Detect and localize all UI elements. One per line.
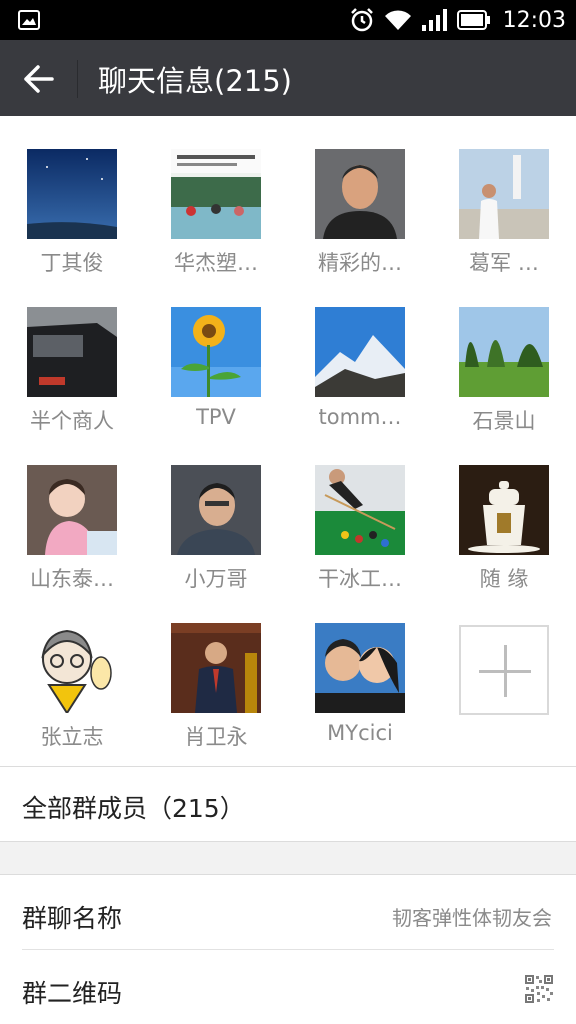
member-name: 小万哥 bbox=[184, 567, 248, 591]
member-avatar bbox=[171, 307, 261, 397]
all-members-row[interactable]: 全部群成员（215） bbox=[0, 767, 576, 841]
member-avatar bbox=[315, 307, 405, 397]
add-member-button[interactable] bbox=[459, 625, 549, 715]
member-avatar bbox=[171, 465, 261, 555]
title-bar: 聊天信息(215) bbox=[0, 40, 576, 116]
member-item[interactable]: 石景山 bbox=[432, 274, 576, 434]
member-name: TPV bbox=[196, 405, 236, 429]
group-name-label: 群聊名称 bbox=[22, 904, 123, 933]
member-avatar bbox=[459, 465, 549, 555]
member-avatar bbox=[459, 307, 549, 397]
qr-code-icon bbox=[524, 974, 554, 1004]
member-item[interactable]: 葛军 … bbox=[432, 116, 576, 276]
all-members-label: 全部群成员（215） bbox=[22, 794, 245, 823]
member-name: 精彩的… bbox=[318, 251, 402, 275]
member-avatar bbox=[27, 623, 117, 713]
member-name: tomm… bbox=[318, 405, 402, 429]
back-arrow-icon[interactable] bbox=[22, 62, 56, 96]
member-name: 张立志 bbox=[40, 725, 104, 749]
alarm-icon bbox=[350, 8, 373, 32]
member-item[interactable]: 华杰塑… bbox=[144, 116, 288, 276]
member-item[interactable]: 半个商人 bbox=[0, 274, 144, 434]
battery-icon bbox=[456, 10, 490, 30]
member-name: 干冰工… bbox=[318, 567, 402, 591]
member-name: 石景山 bbox=[472, 409, 536, 433]
member-avatar bbox=[315, 623, 405, 713]
member-name: 丁其俊 bbox=[40, 251, 104, 275]
member-avatar bbox=[27, 149, 117, 239]
member-item[interactable]: TPV bbox=[144, 274, 288, 434]
group-name-value: 韧客弹性体韧友会 bbox=[392, 906, 552, 930]
member-avatar bbox=[315, 465, 405, 555]
member-item[interactable]: 山东泰… bbox=[0, 432, 144, 592]
status-bar: 12:03 bbox=[0, 0, 576, 40]
member-name: MYcici bbox=[327, 721, 393, 745]
member-name: 华杰塑… bbox=[174, 251, 258, 275]
member-item[interactable]: 张立志 bbox=[0, 590, 144, 750]
signal-icon bbox=[421, 9, 447, 31]
member-item[interactable]: 小万哥 bbox=[144, 432, 288, 592]
member-item[interactable]: 丁其俊 bbox=[0, 116, 144, 276]
member-name: 葛军 … bbox=[469, 251, 539, 275]
member-avatar bbox=[27, 307, 117, 397]
divider bbox=[0, 841, 576, 842]
member-item[interactable]: 随 缘 bbox=[432, 432, 576, 592]
member-name: 山东泰… bbox=[30, 567, 114, 591]
qr-code-row[interactable]: 群二维码 bbox=[0, 950, 576, 1024]
settings-section: 群聊名称 韧客弹性体韧友会 群二维码 bbox=[0, 875, 576, 1024]
member-item[interactable]: 干冰工… bbox=[288, 432, 432, 592]
member-item[interactable]: tomm… bbox=[288, 274, 432, 434]
qr-code-label: 群二维码 bbox=[22, 979, 123, 1008]
title-divider bbox=[77, 60, 78, 98]
member-name: 随 缘 bbox=[479, 567, 529, 591]
member-avatar bbox=[459, 149, 549, 239]
page-title: 聊天信息(215) bbox=[98, 64, 292, 98]
member-grid: 丁其俊 华杰塑… 精彩的… 葛军 … 半个商人 TPV tomm… 石景山 山东… bbox=[0, 116, 576, 766]
wifi-icon bbox=[384, 10, 411, 30]
member-avatar bbox=[171, 623, 261, 713]
member-avatar bbox=[27, 465, 117, 555]
member-avatar bbox=[315, 149, 405, 239]
status-time: 12:03 bbox=[502, 7, 566, 33]
image-notification-icon bbox=[18, 10, 40, 30]
member-item[interactable]: 精彩的… bbox=[288, 116, 432, 276]
member-name: 肖卫永 bbox=[184, 725, 248, 749]
group-name-row[interactable]: 群聊名称 韧客弹性体韧友会 bbox=[0, 875, 576, 949]
member-item[interactable]: 肖卫永 bbox=[144, 590, 288, 750]
member-avatar bbox=[171, 149, 261, 239]
member-item[interactable]: MYcici bbox=[288, 590, 432, 750]
member-name: 半个商人 bbox=[30, 409, 114, 433]
